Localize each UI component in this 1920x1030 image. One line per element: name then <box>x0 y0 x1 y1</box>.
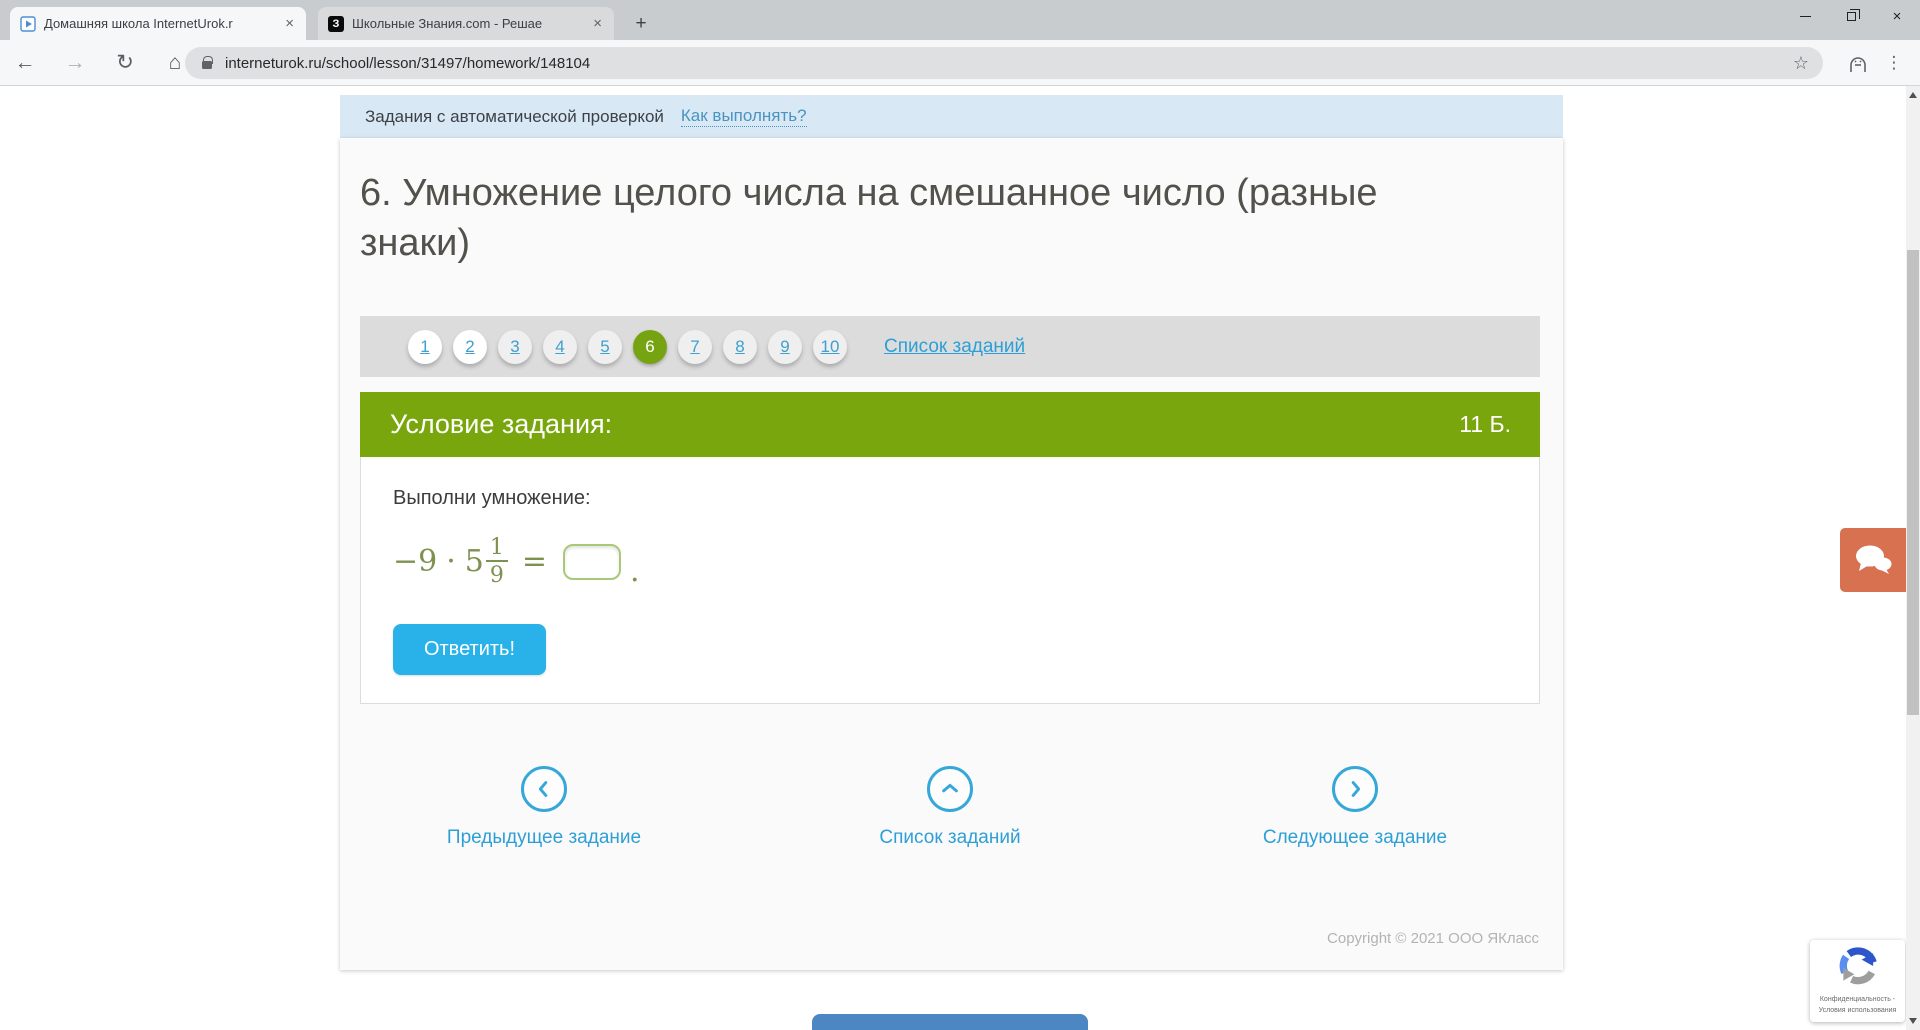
answer-input[interactable] <box>563 543 622 580</box>
tab-close-icon[interactable]: × <box>283 15 296 32</box>
chat-bubbles-icon <box>1856 545 1892 574</box>
tab-znanija[interactable]: З Школьные Знания.com - Решае × <box>318 7 614 40</box>
answer-button[interactable]: Ответить! <box>393 624 546 675</box>
formula-multiply-dot: · <box>446 544 456 580</box>
how-to-link[interactable]: Как выполнять? <box>680 106 807 127</box>
fraction-denominator: 9 <box>489 563 504 589</box>
tab-interneturok[interactable]: Домашняя школа InternetUrok.r × <box>10 7 306 40</box>
reload-icon[interactable]: ↻ <box>112 50 138 75</box>
pagination-item-3[interactable]: 3 <box>498 329 532 364</box>
window-controls: × <box>1782 0 1920 33</box>
address-bar[interactable]: interneturok.ru/school/lesson/31497/home… <box>185 47 1823 79</box>
formula-minus-term: −9 <box>393 544 438 580</box>
chat-widget-button[interactable] <box>1840 528 1906 592</box>
znanija-favicon-icon: З <box>328 15 344 32</box>
chevron-left-circle[interactable] <box>521 766 567 812</box>
points-badge: 11 Б. <box>1459 411 1511 437</box>
next-task-label[interactable]: Следующее задание <box>1195 827 1515 849</box>
page-scrollbar[interactable] <box>1906 86 1920 1030</box>
chevron-left-icon <box>538 781 548 797</box>
minimize-icon <box>1799 16 1811 17</box>
new-tab-button[interactable]: + <box>628 11 654 37</box>
back-icon[interactable]: ← <box>12 51 38 75</box>
formula-period: . <box>630 554 640 590</box>
profile-avatar[interactable] <box>1844 49 1872 77</box>
pagination-item-7[interactable]: 7 <box>678 329 712 364</box>
pagination-item-6[interactable]: 6 <box>633 329 667 364</box>
pagination-item-5[interactable]: 5 <box>588 329 622 364</box>
browser-toolbar: ← → ↻ ⌂ interneturok.ru/school/lesson/31… <box>0 40 1920 86</box>
tab-title: Школьные Знания.com - Решае <box>352 16 543 31</box>
previous-task-button[interactable]: Предыдущее задание <box>384 766 704 849</box>
scrollbar-thumb[interactable] <box>1907 250 1919 715</box>
browser-menu-icon[interactable]: ⋮ <box>1882 49 1906 77</box>
auto-check-banner: Задания с автоматической проверкой Как в… <box>340 95 1563 138</box>
go-to-schedule-button[interactable]: Перейти к расписанию <box>812 1014 1088 1030</box>
condition-header: Условие задания: 11 Б. <box>360 392 1540 457</box>
bookmark-star-icon[interactable]: ☆ <box>1793 53 1809 74</box>
person-icon <box>1850 57 1866 72</box>
interneturok-favicon-play-icon <box>20 15 36 32</box>
forward-icon[interactable]: → <box>62 51 88 75</box>
pagination-item-9[interactable]: 9 <box>768 329 802 364</box>
pagination-circles: 1 2 3 4 5 6 7 8 9 10 <box>408 329 858 364</box>
pagination-bar: 1 2 3 4 5 6 7 8 9 10 Список заданий <box>360 316 1540 377</box>
lock-icon <box>202 56 213 69</box>
restore-icon <box>1846 9 1860 21</box>
chevron-right-icon <box>1351 781 1361 797</box>
task-body: Выполни умножение: −9 · 5 1 9 = . Ответи… <box>360 457 1540 704</box>
scroll-up-icon[interactable] <box>1909 92 1917 98</box>
pagination-item-1[interactable]: 1 <box>408 329 442 364</box>
copyright-text: Copyright © 2021 ООО ЯКласс <box>1327 930 1539 947</box>
scroll-down-icon[interactable] <box>1909 1018 1917 1024</box>
math-formula: −9 · 5 1 9 = . <box>393 536 1539 590</box>
task-list-link[interactable]: Список заданий <box>884 336 1025 358</box>
window-close-button[interactable]: × <box>1874 0 1920 33</box>
previous-task-label[interactable]: Предыдущее задание <box>384 827 704 849</box>
formula-equals: = <box>521 544 548 580</box>
task-list-label[interactable]: Список заданий <box>790 827 1110 849</box>
window-minimize-button[interactable] <box>1782 0 1828 33</box>
pagination-item-2[interactable]: 2 <box>453 329 487 364</box>
fraction-numerator: 1 <box>485 536 508 563</box>
task-list-button[interactable]: Список заданий <box>790 766 1110 849</box>
recaptcha-logo-icon <box>1839 947 1877 985</box>
browser-tab-strip: Домашняя школа InternetUrok.r × З Школьн… <box>0 0 1920 40</box>
formula-whole-number: 5 <box>464 544 484 580</box>
window-restore-button[interactable] <box>1828 0 1874 33</box>
chevron-right-circle[interactable] <box>1332 766 1378 812</box>
auto-check-label: Задания с автоматической проверкой <box>365 106 664 126</box>
next-task-button[interactable]: Следующее задание <box>1195 766 1515 849</box>
chevron-up-circle[interactable] <box>927 766 973 812</box>
recaptcha-badge[interactable]: Конфиденциальность - Условия использован… <box>1810 940 1905 1022</box>
pagination-item-8[interactable]: 8 <box>723 329 757 364</box>
pagination-item-4[interactable]: 4 <box>543 329 577 364</box>
page-title: 6. Умножение целого числа на смешанное ч… <box>360 172 1378 265</box>
recaptcha-privacy-text[interactable]: Конфиденциальность - Условия использован… <box>1810 995 1905 1016</box>
tab-close-icon[interactable]: × <box>591 15 604 32</box>
task-card: 6. Умножение целого числа на смешанное ч… <box>340 138 1563 970</box>
task-prompt: Выполни умножение: <box>393 487 591 509</box>
tab-title: Домашняя школа InternetUrok.r <box>44 16 233 31</box>
chevron-up-icon <box>942 783 958 793</box>
url-text[interactable]: interneturok.ru/school/lesson/31497/home… <box>225 55 1793 72</box>
condition-label: Условие задания: <box>390 409 613 439</box>
pagination-item-10[interactable]: 10 <box>813 329 847 364</box>
formula-fraction: 1 9 <box>485 536 508 589</box>
